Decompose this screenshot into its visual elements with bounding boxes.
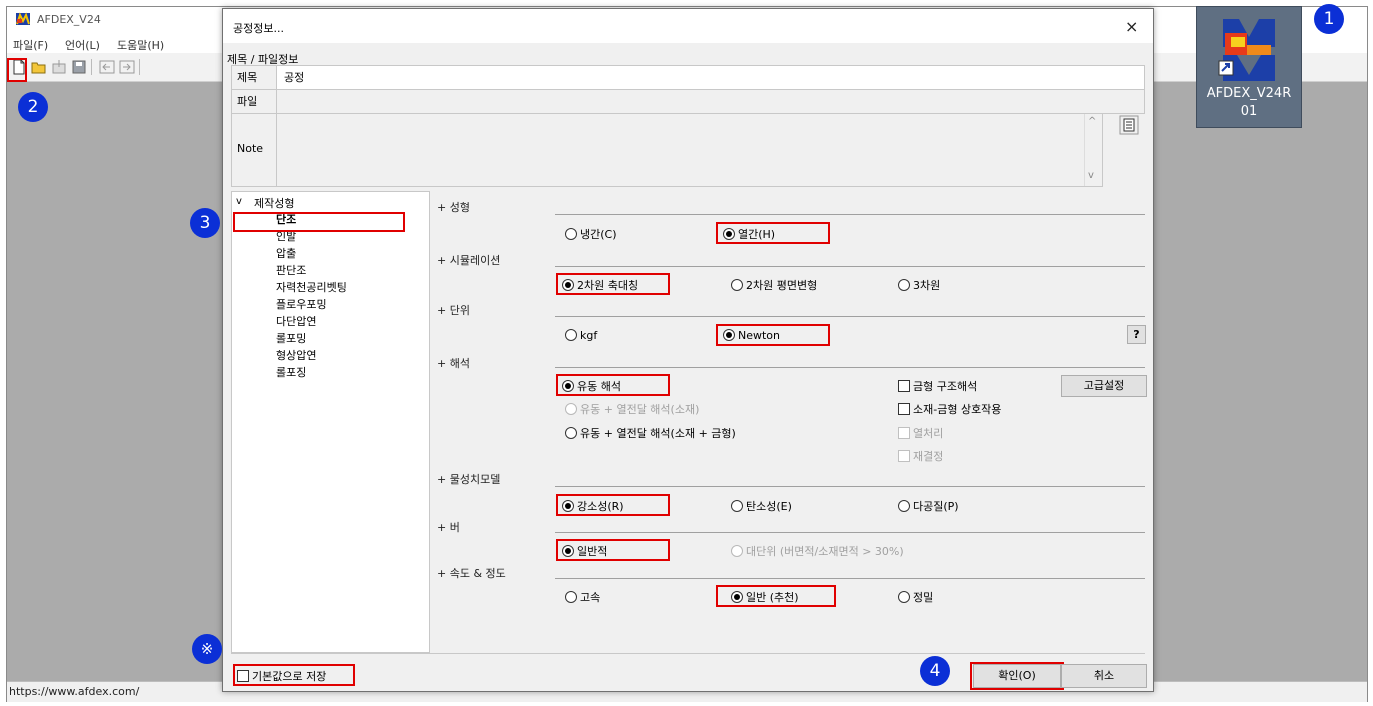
tree-item-roll-forging[interactable]: 롤포징 (276, 364, 306, 380)
title-row: 제목 공정 (231, 65, 1145, 90)
step-badge-1: 1 (1314, 4, 1344, 34)
section-divider (555, 367, 1145, 368)
section-divider (555, 316, 1145, 317)
save-icon[interactable] (71, 59, 87, 75)
toolbar-divider (139, 59, 140, 75)
section-divider (555, 486, 1145, 487)
file-field-label: 파일 (237, 95, 258, 108)
note-field-label: Note (237, 142, 264, 155)
tree-root[interactable]: 제작성형 (254, 195, 294, 211)
tree-item-flow-forming[interactable]: 플로우포밍 (276, 296, 327, 312)
footer-divider (231, 653, 1145, 654)
status-url: https://www.afdex.com/ (9, 685, 140, 698)
radio-flow-heat-material[interactable]: 유동 + 열전달 해석(소재) (565, 401, 699, 417)
process-info-dialog: 공정정보... × 제목 / 파일정보 제목 공정 파일 Note ^ v v … (222, 8, 1154, 692)
dialog-title-bar: 공정정보... × (223, 9, 1153, 43)
step-badge-2: 2 (18, 92, 48, 122)
tree-item-forging-highlight (233, 212, 405, 232)
tree-item-extrusion[interactable]: 압출 (276, 245, 296, 261)
title-field-label: 제목 (237, 71, 258, 84)
import-icon[interactable] (51, 59, 67, 75)
shortcut-label-line1: AFDEX_V24R (1206, 86, 1292, 101)
checkbox-heat-treatment[interactable]: 열처리 (898, 425, 943, 441)
tree-item-sheet-forging[interactable]: 판단조 (276, 262, 306, 278)
close-icon[interactable]: × (1125, 17, 1138, 36)
tree-item-shape-rolling[interactable]: 형상압연 (276, 347, 316, 363)
radio-3d[interactable]: 3차원 (898, 277, 940, 293)
cancel-button[interactable]: 취소 (1061, 664, 1147, 688)
desktop-shortcut[interactable]: AFDEX_V24R 01 (1196, 6, 1302, 128)
note-badge: ※ (192, 634, 222, 664)
category-burr[interactable]: + 버 (437, 519, 460, 535)
tree-item-self-pierce-riveting[interactable]: 자력천공리벳팅 (276, 279, 347, 295)
radio-hot-highlight (716, 222, 830, 244)
section-divider (555, 214, 1145, 215)
toolbar-divider (91, 59, 92, 75)
app-logo-icon (16, 12, 30, 25)
checkbox-recrystallization[interactable]: 재결정 (898, 448, 943, 464)
save-default-highlight (233, 664, 355, 686)
category-material-model[interactable]: + 물성치모델 (437, 471, 500, 487)
scroll-up-icon[interactable]: ^ (1088, 116, 1096, 127)
afdex-shortcut-icon (1217, 11, 1281, 83)
radio-normal-recommended-highlight (716, 585, 836, 607)
checkbox-die-structural[interactable]: 금형 구조해석 (898, 378, 977, 394)
scroll-down-icon[interactable]: v (1088, 170, 1094, 181)
radio-newton-highlight (716, 324, 830, 346)
advanced-settings-button[interactable]: 고급설정 (1061, 375, 1147, 397)
note-row: Note ^ v (231, 113, 1103, 187)
note-textarea[interactable] (278, 114, 1084, 186)
radio-cold[interactable]: 냉간(C) (565, 226, 617, 242)
process-type-tree: v 제작성형 단조 인발 압출 판단조 자력천공리벳팅 플로우포밍 다단압연 롤… (231, 191, 430, 653)
checkbox-material-die-interaction[interactable]: 소재-금형 상호작용 (898, 401, 1001, 417)
radio-burr-large[interactable]: 대단위 (버면적/소재면적 > 30%) (731, 543, 904, 559)
radio-2d-axisymmetric-highlight (556, 273, 670, 295)
category-speed-accuracy[interactable]: + 속도 & 정도 (437, 565, 506, 581)
category-unit[interactable]: + 단위 (437, 302, 470, 318)
menu-language[interactable]: 언어(L) (65, 37, 100, 53)
note-scrollbar[interactable]: ^ v (1084, 114, 1102, 186)
radio-elastoplastic[interactable]: 탄소성(E) (731, 498, 792, 514)
file-row: 파일 (231, 89, 1145, 114)
menu-file[interactable]: 파일(F) (13, 37, 48, 53)
new-file-highlight (7, 58, 27, 82)
dialog-title: 공정정보... (233, 22, 284, 35)
category-simulation[interactable]: + 시뮬레이션 (437, 252, 500, 268)
menu-help[interactable]: 도움말(H) (117, 37, 164, 53)
back-icon[interactable] (99, 59, 115, 75)
section-divider (555, 266, 1145, 267)
shortcut-label: AFDEX_V24R 01 (1197, 85, 1301, 121)
app-title: AFDEX_V24 (37, 13, 101, 26)
tree-item-roll-forming[interactable]: 롤포밍 (276, 330, 306, 346)
radio-fast[interactable]: 고속 (565, 589, 600, 605)
title-field[interactable]: 공정 (284, 69, 304, 85)
radio-porous[interactable]: 다공질(P) (898, 498, 959, 514)
help-button[interactable]: ? (1127, 325, 1146, 344)
category-analysis[interactable]: + 해석 (437, 355, 470, 371)
tree-item-multi-pass-rolling[interactable]: 다단압연 (276, 313, 316, 329)
radio-burr-general-highlight (556, 539, 670, 561)
radio-flow-analysis-highlight (556, 374, 670, 396)
forward-icon[interactable] (119, 59, 135, 75)
section-divider (555, 578, 1145, 579)
radio-flow-heat-material-die[interactable]: 유동 + 열전달 해석(소재 + 금형) (565, 425, 736, 441)
step-badge-4: 4 (920, 656, 950, 686)
section-divider (555, 532, 1145, 533)
radio-2d-plane-strain[interactable]: 2차원 평면변형 (731, 277, 817, 293)
radio-precise[interactable]: 정밀 (898, 589, 933, 605)
category-forming[interactable]: + 성형 (437, 199, 470, 215)
radio-rigid-plastic-highlight (556, 494, 670, 516)
open-folder-icon[interactable] (31, 59, 47, 75)
chevron-down-icon[interactable]: v (236, 196, 242, 207)
note-editor-icon[interactable] (1119, 115, 1139, 135)
step-badge-3: 3 (190, 208, 220, 238)
radio-kgf[interactable]: kgf (565, 329, 597, 342)
shortcut-label-line2: 01 (1240, 104, 1258, 119)
ok-button-highlight (970, 662, 1064, 690)
